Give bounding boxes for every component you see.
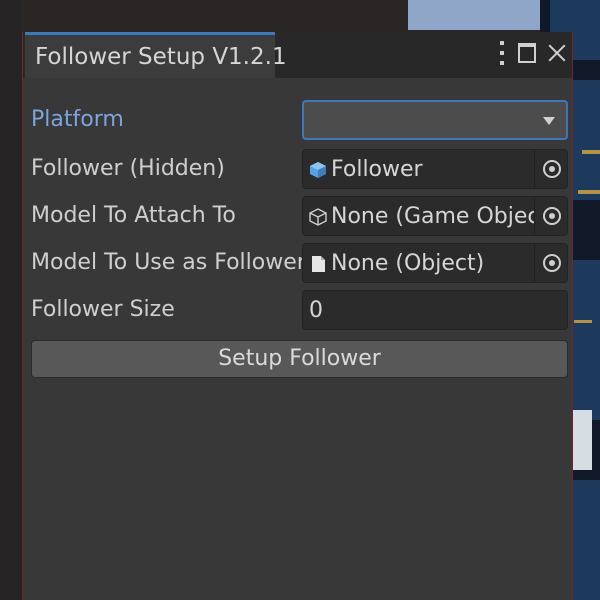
follower-hidden-field[interactable]: Follower bbox=[302, 149, 568, 189]
tab-follower-setup[interactable]: Follower Setup V1.2.1 bbox=[25, 32, 287, 78]
follower-size-value: 0 bbox=[309, 298, 323, 323]
object-picker-button[interactable] bbox=[534, 244, 567, 282]
tab-title: Follower Setup V1.2.1 bbox=[35, 44, 287, 70]
follower-hidden-label: Follower (Hidden) bbox=[31, 156, 225, 181]
field-row-model-follower: Model To Use as Follower None (Object) bbox=[31, 243, 569, 283]
follower-hidden-value: Follower bbox=[331, 157, 423, 182]
follower-size-input[interactable]: 0 bbox=[302, 290, 568, 330]
field-row-follower-size: Follower Size 0 bbox=[31, 290, 569, 330]
model-attach-value: None (Game Object) bbox=[331, 204, 557, 229]
object-picker-button[interactable] bbox=[534, 150, 567, 188]
inspector-content: Platform Follower (Hidden) Follower Mode… bbox=[23, 78, 572, 600]
close-icon[interactable] bbox=[548, 44, 566, 62]
chevron-down-icon bbox=[543, 117, 555, 125]
window-controls bbox=[498, 38, 566, 68]
platform-dropdown[interactable] bbox=[302, 100, 568, 140]
object-picker-icon bbox=[543, 160, 561, 178]
model-attach-label: Model To Attach To bbox=[31, 203, 236, 228]
field-row-platform: Platform bbox=[31, 100, 569, 140]
prefab-cube-icon bbox=[310, 162, 326, 178]
tab-strip: Follower Setup V1.2.1 bbox=[23, 32, 572, 78]
setup-follower-button[interactable]: Setup Follower bbox=[31, 340, 568, 378]
more-options-icon[interactable] bbox=[498, 41, 506, 65]
scene-left-strip bbox=[0, 0, 22, 600]
scene-sky-area bbox=[408, 0, 558, 30]
platform-label: Platform bbox=[31, 107, 124, 132]
object-picker-icon bbox=[543, 207, 561, 225]
object-picker-button[interactable] bbox=[534, 197, 567, 235]
object-picker-icon bbox=[543, 254, 561, 272]
follower-setup-window: Follower Setup V1.2.1 Platform Follower … bbox=[22, 32, 573, 600]
maximize-icon[interactable] bbox=[518, 43, 536, 63]
model-follower-field[interactable]: None (Object) bbox=[302, 243, 568, 283]
field-row-follower-hidden: Follower (Hidden) Follower bbox=[31, 149, 569, 189]
field-row-model-attach: Model To Attach To None (Game Object) bbox=[31, 196, 569, 236]
model-follower-label: Model To Use as Follower bbox=[31, 250, 306, 275]
document-icon bbox=[312, 256, 325, 272]
gameobject-cube-icon bbox=[309, 208, 327, 226]
model-follower-value: None (Object) bbox=[331, 251, 485, 276]
follower-size-label: Follower Size bbox=[31, 297, 175, 322]
model-attach-field[interactable]: None (Game Object) bbox=[302, 196, 568, 236]
